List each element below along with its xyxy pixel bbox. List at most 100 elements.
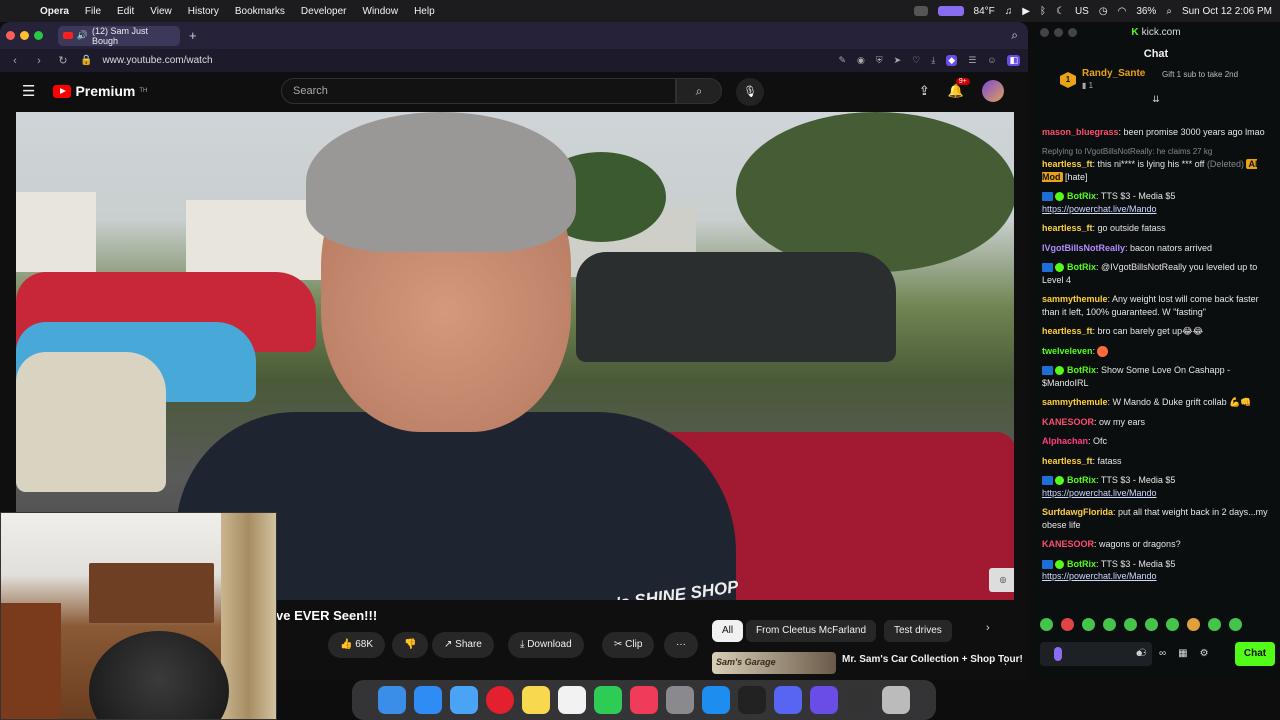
profile-icon[interactable]: ☺ (987, 55, 996, 66)
recommended-more-icon[interactable]: ⋮ (1000, 654, 1011, 667)
zoom-window-button[interactable] (34, 31, 43, 40)
search-button[interactable]: ⌕ (676, 78, 722, 104)
chat-username[interactable]: SurfdawgFlorida (1042, 507, 1113, 517)
bluetooth-icon[interactable]: ᛒ (1040, 6, 1046, 17)
minimize-window-button[interactable] (20, 31, 29, 40)
recommended-title[interactable]: Mr. Sam's Car Collection + Shop Tour! (842, 654, 1023, 665)
safari-icon[interactable] (414, 686, 442, 714)
channel-watermark-icon[interactable]: ◎ (989, 568, 1014, 592)
app-store-icon[interactable] (702, 686, 730, 714)
chat-username[interactable]: BotRix (1067, 475, 1096, 485)
tab-youtube[interactable]: 🔊 (12) Sam Just Bough (58, 25, 180, 46)
download-button[interactable]: ⤓ Download (508, 632, 584, 658)
search-icon[interactable]: ⌕ (1166, 6, 1172, 17)
moon-icon[interactable]: ☾ (1056, 6, 1065, 17)
emote-icon[interactable] (1124, 618, 1137, 631)
easy-setup-icon[interactable]: ☰ (968, 55, 976, 66)
youtube-logo[interactable]: Premium TH (53, 83, 147, 99)
input-source[interactable]: US (1075, 6, 1089, 17)
send-chat-button[interactable]: Chat (1235, 642, 1275, 666)
music-icon[interactable] (630, 686, 658, 714)
menu-edit[interactable]: Edit (109, 6, 142, 17)
settings-icon[interactable] (666, 686, 694, 714)
chat-username[interactable]: sammythemule (1042, 294, 1108, 304)
chat-username[interactable]: twelveleven (1042, 346, 1093, 356)
chat-username[interactable]: mason_bluegrass (1042, 127, 1119, 137)
battery-percent[interactable]: 36% (1136, 6, 1156, 17)
notes-icon[interactable] (522, 686, 550, 714)
chip-test-drives[interactable]: Test drives (884, 620, 952, 642)
dislike-button[interactable]: 👎 (392, 632, 429, 658)
clip-button[interactable]: ✂ Clip (602, 632, 655, 658)
chat-username[interactable]: BotRix (1067, 191, 1096, 201)
upload-icon[interactable]: ⇪ (919, 83, 930, 99)
speaker-icon[interactable]: 🔊 (77, 30, 88, 41)
chat-username[interactable]: sammythemule (1042, 397, 1108, 407)
reload-icon[interactable]: ↻ (56, 54, 70, 67)
menu-file[interactable]: File (77, 6, 109, 17)
menu-help[interactable]: Help (406, 6, 443, 17)
emote-icon[interactable] (1040, 618, 1053, 631)
tab-search-icon[interactable]: ⌕ (1011, 28, 1018, 43)
chevron-right-icon[interactable]: › (986, 622, 990, 634)
users-icon[interactable]: ⚇ (1138, 648, 1147, 659)
calendar-icon[interactable]: ▦ (1178, 648, 1187, 659)
share-button[interactable]: ↗ Share (432, 632, 494, 658)
gift-prompt[interactable]: Gift 1 sub to take 2nd (1162, 70, 1272, 79)
chat-username[interactable]: heartless_ft (1042, 326, 1093, 336)
chat-username[interactable]: heartless_ft (1042, 159, 1093, 169)
chat-username[interactable]: IVgotBillsNotReally (1042, 243, 1125, 253)
voice-search-icon[interactable]: 🎙 (736, 78, 764, 106)
control-center-icon[interactable] (913, 6, 928, 16)
chat-username[interactable]: KANESOOR (1042, 417, 1094, 427)
clock-icon[interactable]: ◷ (1099, 6, 1108, 17)
emote-icon[interactable] (1229, 618, 1242, 631)
mail-icon[interactable] (450, 686, 478, 714)
recommended-thumbnail[interactable]: Sam's Garage (712, 652, 836, 674)
clock-text[interactable]: Sun Oct 12 2:06 PM (1182, 6, 1272, 17)
downloads-folder-icon[interactable] (846, 686, 874, 714)
wifi-icon[interactable]: ◠ (1118, 6, 1127, 17)
emote-icon[interactable] (1208, 618, 1221, 631)
chip-all[interactable]: All (712, 620, 744, 642)
chat-username[interactable]: Alphachan (1042, 436, 1088, 446)
pinned-toggle-icon[interactable]: ⇊ (1032, 94, 1280, 108)
camera-icon[interactable]: ◉ (857, 55, 865, 66)
emote-icon[interactable] (1082, 618, 1095, 631)
whatsapp-icon[interactable] (594, 686, 622, 714)
mic-icon[interactable] (1054, 647, 1062, 661)
send-icon[interactable]: ➤ (894, 55, 902, 66)
back-icon[interactable]: ‹ (8, 55, 22, 67)
gifter-name[interactable]: Randy_Sante (1082, 68, 1145, 79)
chat-username[interactable]: KANESOOR (1042, 539, 1094, 549)
menu-window[interactable]: Window (355, 6, 407, 17)
chat-link[interactable]: https://powerchat.live/Mando (1042, 204, 1157, 214)
activity-monitor-icon[interactable] (738, 686, 766, 714)
download-icon[interactable]: ⤓ (931, 55, 935, 66)
notifications-icon[interactable]: 🔔 9+ (948, 78, 970, 99)
emote-icon[interactable] (1103, 618, 1116, 631)
menu-bookmarks[interactable]: Bookmarks (227, 6, 293, 17)
gear-icon[interactable]: ⚙ (1200, 648, 1209, 659)
like-button[interactable]: 👍 68K (328, 632, 386, 658)
emote-icon[interactable] (1061, 618, 1074, 631)
url-field[interactable]: www.youtube.com/watch (102, 55, 212, 66)
discord-icon[interactable] (774, 686, 802, 714)
trash-icon[interactable] (882, 686, 910, 714)
menu-history[interactable]: History (180, 6, 227, 17)
forward-icon[interactable]: › (32, 55, 46, 67)
sidebar-icon[interactable]: ◧ (1007, 55, 1020, 66)
shield-icon[interactable]: ⛨ (876, 55, 883, 66)
play-icon[interactable]: ▶ (1022, 6, 1030, 17)
heart-icon[interactable]: ♡ (912, 55, 920, 66)
menu-developer[interactable]: Developer (293, 6, 355, 17)
chat-username[interactable]: heartless_ft (1042, 223, 1093, 233)
menu-view[interactable]: View (142, 6, 180, 17)
chat-username[interactable]: BotRix (1067, 559, 1096, 569)
proton-mail-icon[interactable] (810, 686, 838, 714)
chip-cleetus[interactable]: From Cleetus McFarland (746, 620, 877, 642)
headphones-icon[interactable]: ♫ (1005, 6, 1013, 17)
avatar[interactable] (982, 80, 1004, 102)
emote-icon[interactable] (1166, 618, 1179, 631)
more-actions-button[interactable]: ··· (664, 632, 698, 658)
